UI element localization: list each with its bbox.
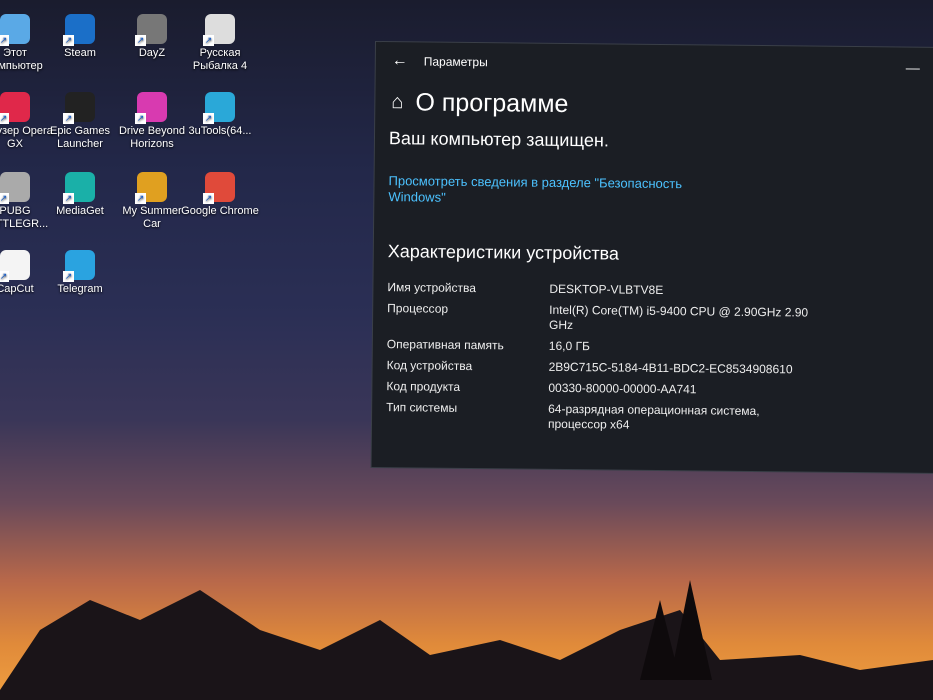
spec-row: Процессор Intel(R) Core(TM) i5-9400 CPU @… <box>387 301 929 337</box>
spec-value[interactable]: 64-разрядная операционная система, проце… <box>548 402 808 435</box>
spec-key: Имя устройства <box>387 280 477 296</box>
spec-value[interactable]: 16,0 ГБ <box>549 339 809 357</box>
home-icon[interactable]: ⌂ <box>391 91 403 114</box>
app-icon <box>0 14 30 46</box>
device-specs-list: Имя устройства DESKTOP-VLBTV8E Процессор In… <box>386 280 930 436</box>
desktop-icon-label: Steam <box>64 47 96 59</box>
desktop-icon[interactable]: Steam <box>40 14 120 60</box>
spec-key: Тип системы <box>386 400 458 415</box>
desktop-icon[interactable]: 3uTools(64... <box>180 92 260 138</box>
spec-value[interactable]: Intel(R) Core(TM) i5-9400 CPU @ 2.90GHz … <box>549 303 809 336</box>
app-icon <box>63 250 95 282</box>
app-icon <box>0 250 30 282</box>
app-icon <box>63 14 95 46</box>
protection-status: Ваш компьютер защищен. <box>388 128 609 151</box>
window-title: Параметры <box>423 54 488 70</box>
desktop-icon[interactable]: Google Chrome <box>180 172 260 218</box>
page-title: О программе <box>415 87 569 118</box>
spec-value[interactable]: 2B9C715C-5184-4B11-BDC2-EC8534908610 <box>549 360 809 378</box>
app-icon <box>135 172 167 204</box>
app-icon <box>63 172 95 204</box>
desktop-icon-label: Google Chrome <box>181 205 259 217</box>
spec-row: Тип системы 64-разрядная операционная сис… <box>386 400 928 436</box>
app-icon <box>0 172 30 204</box>
back-arrow-icon[interactable]: ← <box>376 52 424 71</box>
spec-row: Оперативная память 16,0 ГБ <box>387 337 929 358</box>
spec-value[interactable]: DESKTOP-VLBTV8E <box>549 282 809 300</box>
desktop-icon[interactable]: Telegram <box>40 250 120 296</box>
desktop-icon-label: MediaGet <box>56 205 104 217</box>
mountains-silhouette <box>0 580 933 700</box>
app-icon <box>135 92 167 124</box>
spec-key: Процессор <box>387 301 449 316</box>
desktop-icon[interactable]: Русская Рыбалка 4 <box>180 14 260 73</box>
title-bar: ← Параметры — <box>376 42 933 86</box>
spec-key: Код устройства <box>386 358 473 374</box>
device-specs-heading: Характеристики устройства <box>387 241 620 264</box>
desktop-icon[interactable]: Epic Games Launcher <box>40 92 120 151</box>
settings-window: ← Параметры — ⌂ О программе Ваш компьюте… <box>371 42 933 473</box>
spec-row: Код продукта 00330-80000-00000-AA741 <box>386 379 928 400</box>
spec-key: Оперативная память <box>386 337 504 353</box>
app-icon <box>63 92 95 124</box>
desktop-icon-label: Telegram <box>57 283 103 295</box>
app-icon <box>203 92 235 124</box>
spec-row: Имя устройства DESKTOP-VLBTV8E <box>387 280 929 301</box>
windows-security-link[interactable]: Просмотреть сведения в разделе "Безопасн… <box>388 173 698 208</box>
desktop-icon-label: Русская Рыбалка 4 <box>192 47 248 72</box>
app-icon <box>203 172 235 204</box>
app-icon <box>0 92 30 124</box>
spec-key: Код продукта <box>386 379 461 394</box>
spec-row: Код устройства 2B9C715C-5184-4B11-BDC2-EC… <box>387 358 929 379</box>
app-icon <box>203 14 235 46</box>
desktop-icon[interactable]: MediaGet <box>40 172 120 218</box>
desktop-icon-label: Epic Games Launcher <box>50 125 110 150</box>
minimize-button[interactable]: — <box>906 60 920 76</box>
desktop-icon-label: 3uTools(64... <box>188 125 252 137</box>
app-icon <box>135 14 167 46</box>
spec-value[interactable]: 00330-80000-00000-AA741 <box>548 381 808 399</box>
